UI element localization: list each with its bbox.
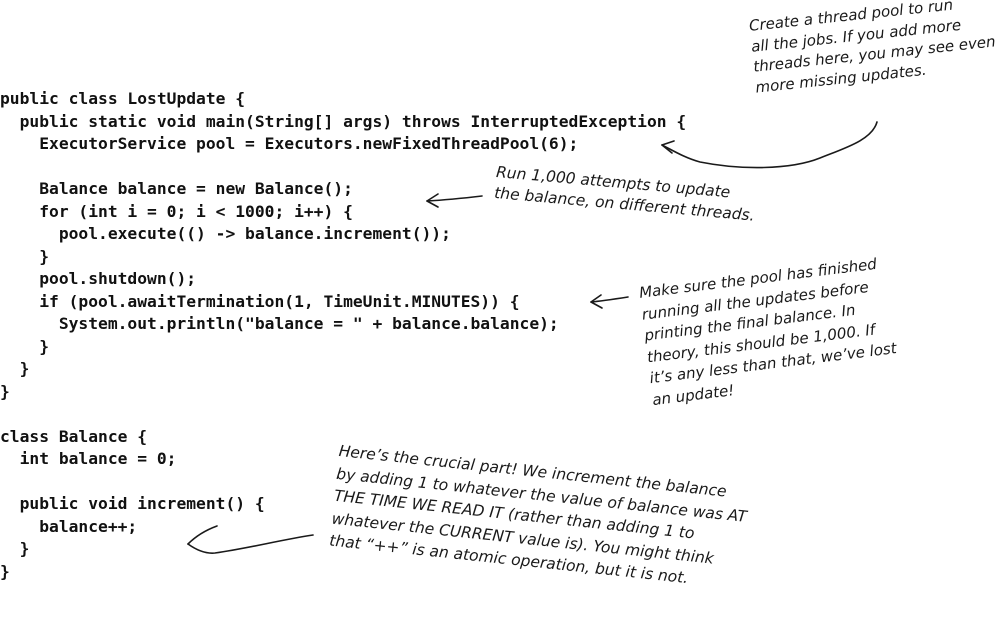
arrow-thread-pool-icon [661, 121, 878, 169]
code-line: } [0, 246, 50, 266]
code-line: System.out.println("balance = " + balanc… [0, 314, 559, 333]
code-line: public static void main(String[] args) t… [0, 111, 687, 131]
code-line: pool.execute(() -> balance.increment()); [0, 224, 451, 243]
code-line: public class LostUpdate { [0, 89, 246, 108]
code-line: } [0, 359, 30, 378]
code-line: ExecutorService pool = Executors.newFixe… [0, 134, 579, 153]
code-line: } [0, 336, 50, 356]
code-line: } [0, 381, 10, 401]
code-line: if (pool.awaitTermination(1, TimeUnit.MI… [0, 291, 520, 311]
code-line: pool.shutdown(); [0, 269, 197, 288]
annotation-thread-pool: Create a thread pool to run all the jobs… [748, 0, 999, 98]
